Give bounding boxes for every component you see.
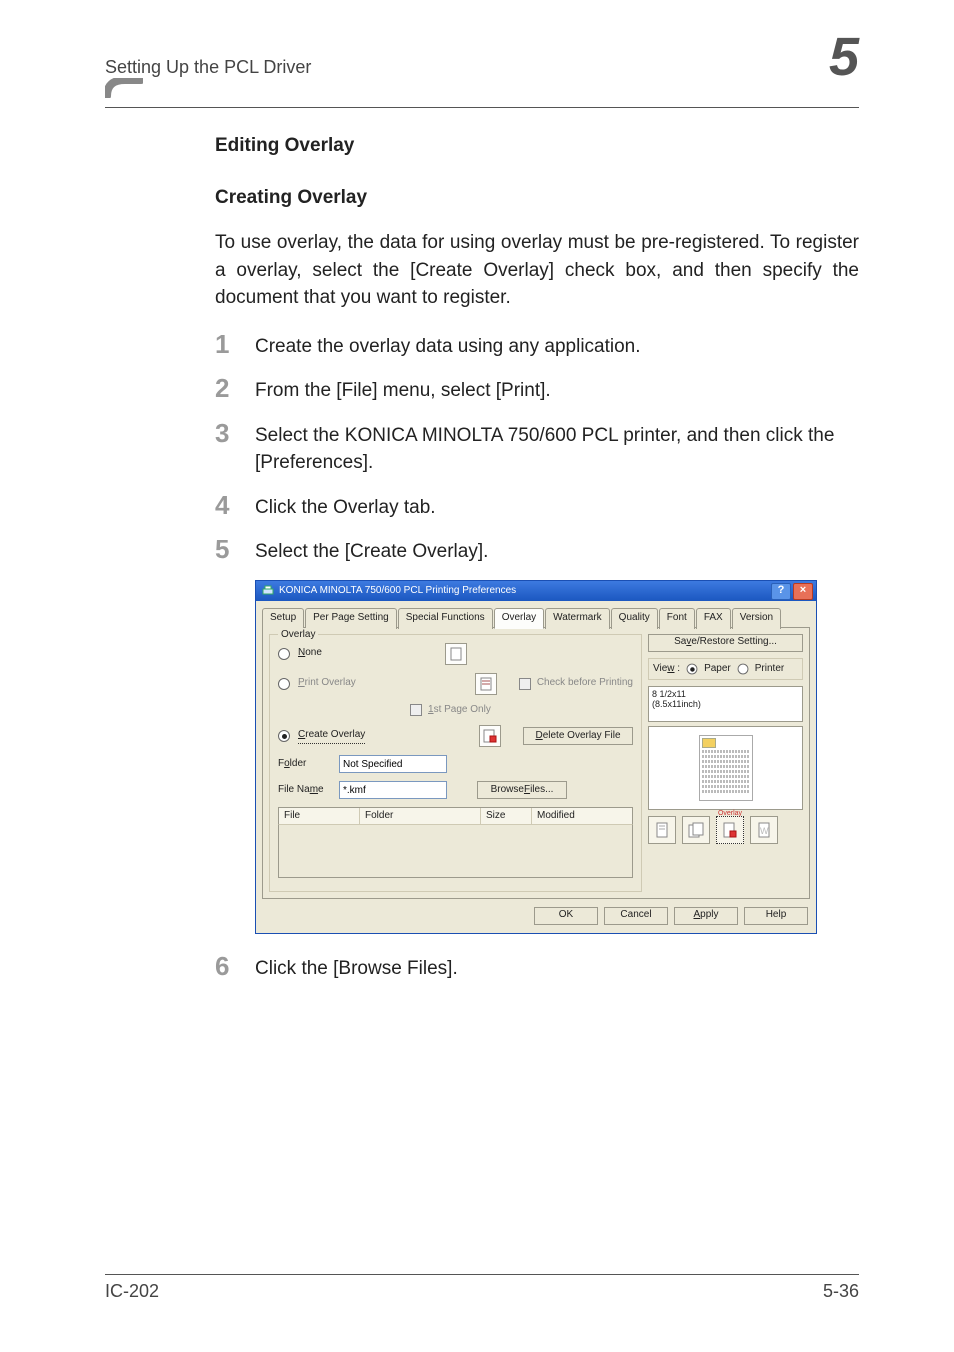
page-preview xyxy=(648,726,803,810)
step-number: 1 xyxy=(215,330,255,359)
tab-overlay[interactable]: Overlay xyxy=(494,608,544,629)
radio-view-paper[interactable] xyxy=(687,663,698,674)
dialog-title: KONICA MINOLTA 750/600 PCL Printing Pref… xyxy=(279,584,516,599)
toolbar-overlay-tag: Overlay xyxy=(718,809,742,819)
col-folder[interactable]: Folder xyxy=(360,808,481,824)
tab-fax[interactable]: FAX xyxy=(696,608,731,629)
check-before-printing-label: Check before Printing xyxy=(537,676,633,691)
preferences-dialog: KONICA MINOLTA 750/600 PCL Printing Pref… xyxy=(255,580,817,934)
folder-field[interactable] xyxy=(339,755,447,773)
step-text: Click the Overlay tab. xyxy=(255,491,859,522)
radio-none[interactable] xyxy=(278,648,290,660)
tab-version[interactable]: Version xyxy=(732,608,781,629)
col-size[interactable]: Size xyxy=(481,808,532,824)
svg-text:W: W xyxy=(760,826,769,836)
save-restore-setting-button[interactable]: Save/Restore Setting... xyxy=(648,634,803,652)
chapter-number: 5 xyxy=(829,30,859,84)
radio-view-paper-label: Paper xyxy=(704,662,731,677)
ok-button[interactable]: OK xyxy=(534,907,598,925)
tab-font[interactable]: Font xyxy=(659,608,695,629)
toolbar-page-icon[interactable] xyxy=(648,816,676,844)
none-icon[interactable] xyxy=(445,643,467,665)
heading-creating-overlay: Creating Overlay xyxy=(215,184,859,212)
step-text: Select the [Create Overlay]. xyxy=(255,535,859,566)
tab-quality[interactable]: Quality xyxy=(611,608,658,629)
footer-right: 5-36 xyxy=(823,1281,859,1302)
toolbar-overlay-icon[interactable]: Overlay xyxy=(716,816,744,844)
file-list-header: File Folder Size Modified xyxy=(278,807,633,825)
footer-left: IC-202 xyxy=(105,1281,159,1302)
col-modified[interactable]: Modified xyxy=(532,808,632,824)
filename-label: File Name xyxy=(278,783,333,798)
step-text: Select the KONICA MINOLTA 750/600 PCL pr… xyxy=(255,419,859,477)
print-overlay-icon[interactable] xyxy=(475,673,497,695)
heading-editing-overlay: Editing Overlay xyxy=(215,132,859,160)
corner-ornament-icon xyxy=(105,78,143,98)
step-text: From the [File] menu, select [Print]. xyxy=(255,374,859,405)
apply-button[interactable]: Apply xyxy=(674,907,738,925)
cancel-button[interactable]: Cancel xyxy=(604,907,668,925)
paper-size-display: 8 1/2x11 (8.5x11inch) xyxy=(648,686,803,722)
preview-document-icon xyxy=(699,735,753,801)
toolbar-watermark-icon[interactable]: W xyxy=(750,816,778,844)
tab-strip: Setup Per Page Setting Special Functions… xyxy=(262,607,810,628)
overlay-group: Overlay None Print Overl xyxy=(269,634,642,892)
help-button[interactable]: Help xyxy=(744,907,808,925)
col-file[interactable]: File xyxy=(279,808,360,824)
section-title: Setting Up the PCL Driver xyxy=(105,57,311,78)
create-overlay-icon[interactable] xyxy=(479,725,501,747)
header-rule xyxy=(105,107,859,108)
step-text: Create the overlay data using any applic… xyxy=(255,330,859,361)
radio-view-printer-label: Printer xyxy=(755,662,784,677)
step-number: 6 xyxy=(215,952,255,981)
filename-field[interactable] xyxy=(339,781,447,799)
preview-toolbar: Overlay W xyxy=(648,816,803,844)
delete-overlay-file-button[interactable]: Delete Overlay File xyxy=(523,727,633,745)
dialog-titlebar[interactable]: KONICA MINOLTA 750/600 PCL Printing Pref… xyxy=(256,581,816,601)
printer-icon xyxy=(262,585,274,597)
step-number: 5 xyxy=(215,535,255,564)
step-number: 3 xyxy=(215,419,255,448)
radio-print-overlay-label: Print Overlay xyxy=(298,676,356,691)
file-list-body[interactable] xyxy=(278,825,633,878)
view-selector: View : Paper Printer xyxy=(648,658,803,681)
radio-create-overlay[interactable] xyxy=(278,730,290,742)
radio-view-printer[interactable] xyxy=(737,663,748,674)
tab-watermark[interactable]: Watermark xyxy=(545,608,610,629)
first-page-only-label: 11st Page Onlyst Page Only xyxy=(428,703,491,718)
tab-setup[interactable]: Setup xyxy=(262,608,304,629)
intro-paragraph: To use overlay, the data for using overl… xyxy=(215,229,859,312)
folder-label: Folder xyxy=(278,757,333,772)
close-icon[interactable]: × xyxy=(793,583,813,600)
browse-files-button[interactable]: Browse Files... xyxy=(477,781,567,799)
view-label: View : xyxy=(653,662,680,677)
step-text: Click the [Browse Files]. xyxy=(255,952,859,983)
first-page-only-checkbox[interactable] xyxy=(410,704,422,716)
step-number: 2 xyxy=(215,374,255,403)
tab-special-functions[interactable]: Special Functions xyxy=(398,608,493,629)
radio-print-overlay[interactable] xyxy=(278,678,290,690)
radio-create-overlay-label: Create Overlay xyxy=(298,728,365,744)
help-icon[interactable]: ? xyxy=(771,583,791,600)
check-before-printing-checkbox[interactable] xyxy=(519,678,531,690)
radio-none-label: None xyxy=(298,646,322,661)
toolbar-multipage-icon[interactable] xyxy=(682,816,710,844)
tab-per-page-setting[interactable]: Per Page Setting xyxy=(305,608,397,629)
step-number: 4 xyxy=(215,491,255,520)
group-label: Overlay xyxy=(278,628,318,643)
